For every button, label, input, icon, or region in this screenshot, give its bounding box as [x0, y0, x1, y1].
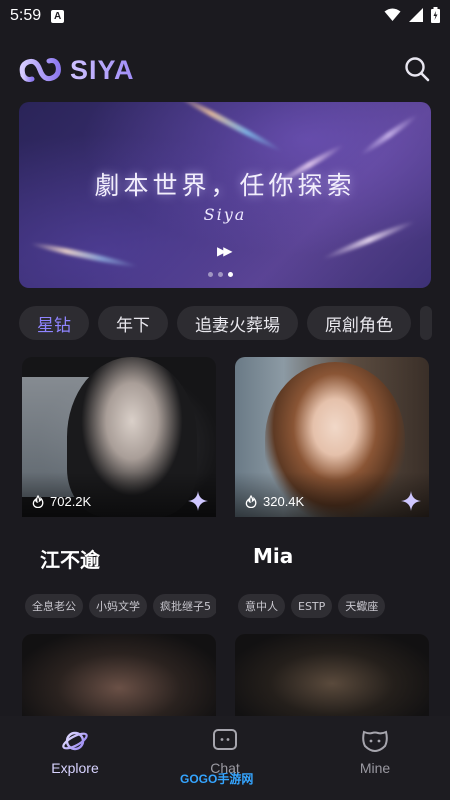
pagination-dot[interactable] — [208, 272, 213, 277]
promo-banner[interactable]: 劇本世界，任你探索 Siya ▶▶ — [19, 102, 431, 288]
pagination-dot-active[interactable] — [228, 272, 233, 277]
tab-category-0[interactable]: 星钻 — [19, 306, 89, 340]
banner-pagination — [208, 272, 233, 277]
tab-category-1[interactable]: 年下 — [98, 306, 168, 340]
chat-icon — [213, 729, 237, 750]
banner-subtitle: Siya — [203, 205, 247, 224]
sparkle-icon — [188, 491, 208, 511]
pagination-dot[interactable] — [218, 272, 223, 277]
character-card-partial[interactable] — [235, 634, 429, 724]
like-count-value: 702.2K — [50, 494, 92, 509]
character-card[interactable]: 702.2K 江不逾 全息老公 小妈文学 疯批继子5 — [22, 357, 216, 618]
sparkle-icon — [401, 491, 421, 511]
character-tag[interactable]: 天蠍座 — [338, 594, 386, 618]
character-tag[interactable]: 意中人 — [238, 594, 285, 618]
nav-explore[interactable]: Explore — [0, 716, 150, 800]
bottom-nav: Explore Chat Mine — [0, 716, 450, 800]
character-tag[interactable]: 全息老公 — [25, 594, 83, 618]
nav-chat[interactable]: Chat — [150, 716, 300, 800]
category-tabs: 星钻 年下 追妻火葬場 原創角色 — [19, 306, 432, 340]
character-tag[interactable]: ESTP — [291, 594, 333, 618]
like-count: 320.4K — [245, 494, 304, 509]
like-count-value: 320.4K — [263, 494, 305, 509]
character-portrait: 702.2K — [22, 357, 216, 517]
profile-mask-icon — [362, 730, 388, 753]
nav-mine[interactable]: Mine — [300, 716, 450, 800]
tab-category-overflow[interactable] — [420, 306, 432, 340]
banner-play-icon: ▶▶ — [217, 244, 233, 258]
status-bar: 5:59 A — [0, 0, 450, 32]
search-button[interactable] — [402, 54, 432, 84]
planet-icon — [62, 731, 88, 751]
banner-light-streak — [29, 240, 139, 270]
search-icon — [405, 57, 430, 82]
watermark-logo: GOGO手游网 — [180, 772, 254, 786]
character-name: 江不逾 — [40, 548, 100, 572]
signal-icon — [409, 8, 423, 22]
status-time: 5:59 — [10, 7, 42, 24]
tab-category-3[interactable]: 原創角色 — [307, 306, 411, 340]
character-tag[interactable]: 疯批继子5 — [153, 594, 216, 618]
banner-title: 劇本世界，任你探索 — [94, 171, 356, 200]
battery-icon — [431, 7, 440, 23]
character-card-partial[interactable] — [22, 634, 216, 724]
character-portrait: 320.4K — [235, 357, 429, 517]
banner-light-streak — [174, 102, 284, 154]
character-name: Mia — [253, 544, 294, 568]
flame-icon — [245, 495, 257, 508]
banner-light-streak — [358, 112, 420, 158]
character-tag[interactable]: 小妈文学 — [89, 594, 147, 618]
tab-category-2[interactable]: 追妻火葬場 — [177, 306, 298, 340]
character-card[interactable]: 320.4K Mia 意中人 ESTP 天蠍座 — [235, 357, 429, 618]
nav-explore-label: Explore — [51, 760, 99, 776]
wifi-icon — [384, 8, 401, 21]
nav-mine-label: Mine — [359, 760, 391, 776]
character-tags: 全息老公 小妈文学 疯批继子5 — [25, 594, 216, 618]
app-header: SIYA — [18, 50, 432, 90]
character-tags: 意中人 ESTP 天蠍座 — [238, 594, 429, 618]
banner-light-streak — [321, 218, 417, 262]
flame-icon — [32, 495, 44, 508]
like-count: 702.2K — [32, 494, 91, 509]
siya-logo-icon — [19, 58, 61, 82]
app-name: SIYA — [70, 54, 135, 85]
notification-icon: A — [51, 9, 65, 23]
